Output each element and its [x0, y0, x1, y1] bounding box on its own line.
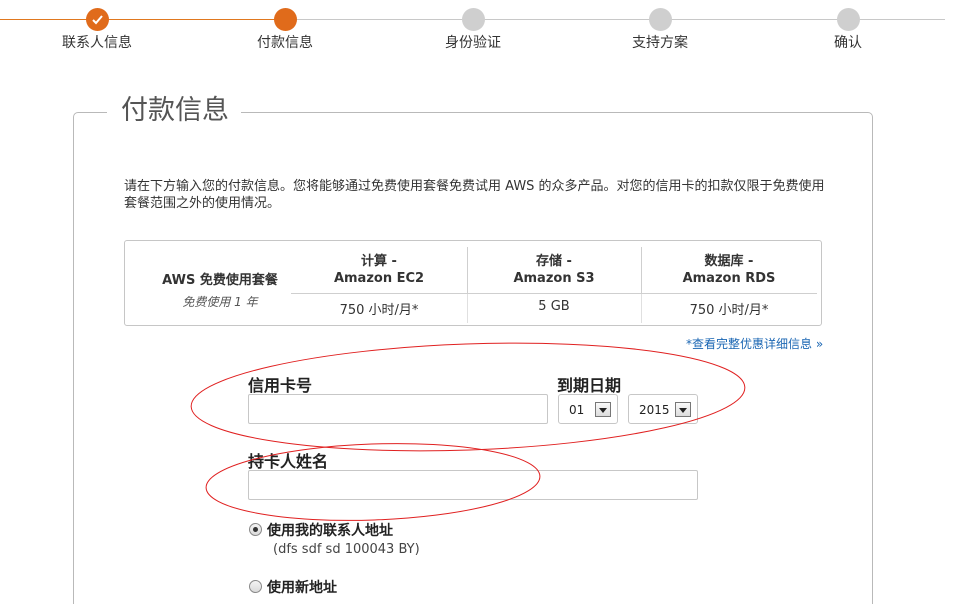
tier-column-header: 数据库 - Amazon RDS — [641, 253, 817, 287]
expiry-date-label: 到期日期 — [557, 376, 622, 395]
cardholder-name-label: 持卡人姓名 — [248, 452, 329, 471]
step-pending-dot-icon — [836, 8, 860, 31]
use-contact-address-radio[interactable] — [249, 523, 262, 536]
progress-steps: 联系人信息 付款信息 身份验证 支持方案 确认 — [0, 0, 966, 60]
tier-column-service: Amazon EC2 — [333, 271, 425, 286]
step-label: 身份验证 — [445, 35, 501, 51]
card-number-input[interactable] — [248, 394, 548, 424]
step-confirm: 确认 — [778, 8, 918, 51]
step-payment-info: 付款信息 — [215, 8, 355, 51]
tier-column-header: 计算 - Amazon EC2 — [291, 253, 467, 287]
step-identity-verification: 身份验证 — [403, 8, 543, 51]
intro-text: 请在下方输入您的付款信息。您将能够通过免费使用套餐免费试用 AWS 的众多产品。… — [124, 179, 825, 211]
tier-column-service: Amazon RDS — [682, 271, 776, 286]
step-contact-info: 联系人信息 — [27, 8, 167, 51]
step-pending-dot-icon — [648, 8, 672, 31]
tier-column-name: 数据库 - — [704, 254, 754, 269]
step-label: 支持方案 — [632, 35, 688, 51]
tier-column-header: 存储 - Amazon S3 — [467, 253, 641, 287]
offer-details-link[interactable]: *查看完整优惠详细信息 » — [686, 335, 823, 352]
cardholder-name-input[interactable] — [248, 470, 698, 500]
step-pending-dot-icon — [461, 8, 485, 31]
card-number-label: 信用卡号 — [248, 376, 313, 395]
tier-column-name: 存储 - — [536, 254, 572, 269]
tier-column-value: 750 小时/月* — [689, 303, 769, 318]
use-new-address-radio[interactable] — [249, 580, 262, 593]
contact-address-detail: (dfs sdf sd 100043 BY) — [273, 542, 420, 557]
tier-column-service: Amazon S3 — [513, 271, 595, 286]
tier-column-name: 计算 - — [361, 254, 397, 269]
free-tier-table: AWS 免费使用套餐 免费使用 1 年 计算 - Amazon EC2 存储 -… — [124, 240, 822, 326]
step-label: 联系人信息 — [62, 35, 132, 51]
step-label: 付款信息 — [257, 35, 313, 51]
free-tier-subtitle: 免费使用 1 年 — [182, 295, 258, 309]
divider — [291, 293, 817, 294]
section-title: 付款信息 — [107, 95, 241, 127]
chevron-down-icon[interactable] — [675, 402, 691, 417]
free-tier-title: AWS 免费使用套餐 — [162, 273, 278, 288]
tier-column-value: 5 GB — [538, 299, 570, 314]
expiry-month-select[interactable]: 01 — [558, 394, 618, 424]
use-new-address-label[interactable]: 使用新地址 — [267, 577, 337, 597]
expiry-year-value: 2015 — [639, 403, 670, 417]
step-label: 确认 — [834, 35, 862, 51]
expiry-month-value: 01 — [569, 403, 585, 417]
step-current-dot-icon — [273, 8, 297, 31]
chevron-down-icon[interactable] — [595, 402, 611, 417]
tier-column-value: 750 小时/月* — [339, 303, 419, 318]
step-support-plan: 支持方案 — [590, 8, 730, 51]
expiry-year-select[interactable]: 2015 — [628, 394, 698, 424]
step-complete-check-icon — [85, 8, 109, 31]
use-contact-address-label[interactable]: 使用我的联系人地址 — [267, 520, 393, 540]
